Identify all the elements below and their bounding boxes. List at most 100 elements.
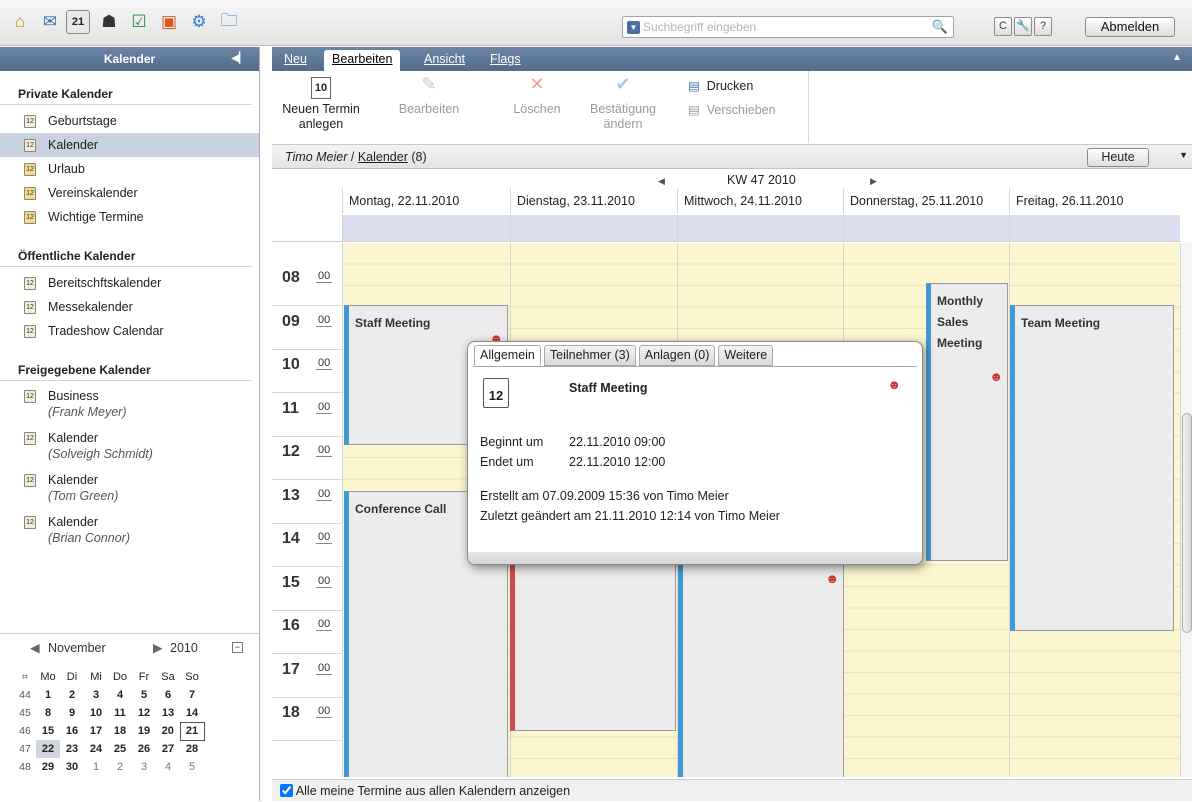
print-button[interactable]: ▤ Drucken: [688, 78, 753, 93]
mini-calendar-day[interactable]: 14: [180, 704, 204, 722]
search-input[interactable]: [643, 18, 923, 36]
confirm-button[interactable]: ✔ Bestätigung ändern: [583, 75, 663, 132]
portfolio-icon[interactable]: ▣: [157, 10, 181, 34]
refresh-button[interactable]: C: [994, 17, 1012, 36]
mini-calendar-day[interactable]: 9: [60, 704, 84, 722]
calendar-item[interactable]: 12 Bereitschftskalender: [0, 271, 259, 295]
search-icon[interactable]: 🔍: [932, 19, 948, 35]
options-dropdown-icon[interactable]: ▼: [1179, 143, 1188, 167]
search-box[interactable]: ▼ 🔍: [622, 16, 954, 38]
tab-anlagen[interactable]: Anlagen (0): [638, 345, 716, 366]
mini-calendar-day[interactable]: 5: [132, 686, 156, 704]
mini-calendar-day[interactable]: 2: [108, 758, 132, 776]
mini-calendar-day[interactable]: 5: [180, 758, 204, 776]
mini-calendar-day[interactable]: 13: [156, 704, 180, 722]
next-week-icon[interactable]: ▶: [870, 176, 877, 187]
mini-calendar-day[interactable]: 16: [60, 722, 84, 740]
show-all-checkbox-label[interactable]: Alle meine Termine aus allen Kalendern a…: [280, 784, 570, 798]
mini-calendar-day[interactable]: 10: [84, 704, 108, 722]
mini-calendar-day[interactable]: 3: [84, 686, 108, 704]
logout-button[interactable]: Abmelden: [1085, 17, 1175, 37]
search-scope-dropdown-icon[interactable]: ▼: [627, 21, 640, 34]
day-header[interactable]: Donnerstag, 25.11.2010: [843, 188, 1009, 213]
collapse-minical-icon[interactable]: −: [232, 642, 243, 653]
delete-button[interactable]: ✕ Löschen: [507, 75, 567, 117]
show-all-checkbox[interactable]: [280, 784, 293, 797]
shared-calendar-item[interactable]: 12 Kalender (Solveigh Schmidt): [0, 427, 259, 469]
calendar-item[interactable]: 12 Geburtstage: [0, 109, 259, 133]
mini-calendar-day[interactable]: 30: [60, 758, 84, 776]
calendar-item[interactable]: 12 Kalender: [0, 133, 259, 157]
mini-calendar-day[interactable]: 24: [84, 740, 108, 758]
shared-calendar-item[interactable]: 12 Business (Frank Meyer): [0, 385, 259, 427]
calendar-item[interactable]: 12 Wichtige Termine: [0, 205, 259, 229]
mini-calendar-day[interactable]: 21: [179, 721, 205, 741]
mini-calendar-day[interactable]: 7: [180, 686, 204, 704]
all-day-slot[interactable]: [843, 215, 1009, 241]
breadcrumb-calendar[interactable]: Kalender: [358, 150, 408, 164]
move-button[interactable]: ▤ Verschieben: [688, 102, 776, 117]
mini-calendar-year[interactable]: 2010: [170, 634, 198, 662]
mini-calendar-day[interactable]: 12: [132, 704, 156, 722]
day-header[interactable]: Dienstag, 23.11.2010: [510, 188, 677, 213]
collapse-ribbon-icon[interactable]: ▲: [1172, 52, 1182, 63]
mini-calendar-day[interactable]: 11: [108, 704, 132, 722]
folder-icon[interactable]: 🗀: [217, 10, 241, 34]
all-day-slot[interactable]: [342, 215, 510, 241]
all-day-slot[interactable]: [677, 215, 843, 241]
mini-calendar-day[interactable]: 29: [36, 758, 60, 776]
mini-calendar-day[interactable]: 25: [108, 740, 132, 758]
mini-calendar-day[interactable]: 19: [132, 722, 156, 740]
shared-calendar-item[interactable]: 12 Kalender (Tom Green): [0, 469, 259, 511]
week-number[interactable]: 47: [14, 740, 36, 758]
week-number[interactable]: 48: [14, 758, 36, 776]
settings-icon[interactable]: ⚙: [187, 10, 211, 34]
next-month-icon[interactable]: ▶: [153, 634, 163, 662]
week-picker-icon[interactable]: ⌗: [14, 668, 36, 686]
week-number[interactable]: 44: [14, 686, 36, 704]
week-number[interactable]: 46: [14, 722, 36, 740]
calendar-item[interactable]: 12 Tradeshow Calendar: [0, 319, 259, 343]
mini-calendar-day[interactable]: 23: [60, 740, 84, 758]
mini-calendar-day[interactable]: 4: [156, 758, 180, 776]
help-button[interactable]: ?: [1034, 17, 1052, 36]
mini-calendar-month[interactable]: November: [48, 641, 106, 655]
home-icon[interactable]: ⌂: [8, 10, 32, 34]
new-appointment-button[interactable]: 10 Neuen Termin anlegen: [280, 77, 362, 132]
tab-allgemein[interactable]: Allgemein: [474, 345, 541, 366]
mini-calendar-day[interactable]: 3: [132, 758, 156, 776]
calendar-item[interactable]: 12 Messekalender: [0, 295, 259, 319]
mini-calendar-day[interactable]: 26: [132, 740, 156, 758]
collapse-sidebar-icon[interactable]: ◀▏: [232, 47, 247, 71]
mini-calendar-day[interactable]: 18: [108, 722, 132, 740]
calendar-item[interactable]: 12 Vereinskalender: [0, 181, 259, 205]
tab-weitere[interactable]: Weitere: [718, 345, 774, 366]
wrench-icon[interactable]: 🔧: [1014, 17, 1032, 36]
all-day-slot[interactable]: [510, 215, 677, 241]
mini-calendar-day[interactable]: 28: [180, 740, 204, 758]
menu-ansicht[interactable]: Ansicht: [424, 50, 465, 71]
mini-calendar-day[interactable]: 20: [156, 722, 180, 740]
prev-month-icon[interactable]: ◀: [30, 634, 40, 662]
mini-calendar-day[interactable]: 1: [36, 686, 60, 704]
prev-week-icon[interactable]: ◀: [658, 176, 665, 187]
day-header[interactable]: Mittwoch, 24.11.2010: [677, 188, 843, 213]
appointment-tuesday[interactable]: [510, 543, 676, 731]
menu-bearbeiten[interactable]: Bearbeiten: [324, 50, 401, 71]
mini-calendar-day[interactable]: 6: [156, 686, 180, 704]
mini-calendar-day[interactable]: 15: [36, 722, 60, 740]
contacts-icon[interactable]: ☗: [97, 10, 121, 34]
edit-button[interactable]: ✎ Bearbeiten: [394, 75, 464, 117]
day-header[interactable]: Montag, 22.11.2010: [342, 188, 510, 213]
week-number[interactable]: 45: [14, 704, 36, 722]
calendar-item[interactable]: 12 Urlaub: [0, 157, 259, 181]
appointment-team-meeting[interactable]: Team Meeting: [1010, 305, 1174, 631]
appointment-monthly-sales-meeting[interactable]: Monthly Sales Meeting ☻: [926, 283, 1008, 561]
day-header[interactable]: Freitag, 26.11.2010: [1009, 188, 1180, 213]
mini-calendar-day[interactable]: 2: [60, 686, 84, 704]
menu-neu[interactable]: Neu: [284, 50, 307, 71]
menu-flags[interactable]: Flags: [490, 50, 521, 71]
time-grid-scrollbar[interactable]: [1180, 243, 1192, 777]
mini-calendar-day[interactable]: 27: [156, 740, 180, 758]
appointment-wednesday[interactable]: ☻: [678, 543, 844, 777]
